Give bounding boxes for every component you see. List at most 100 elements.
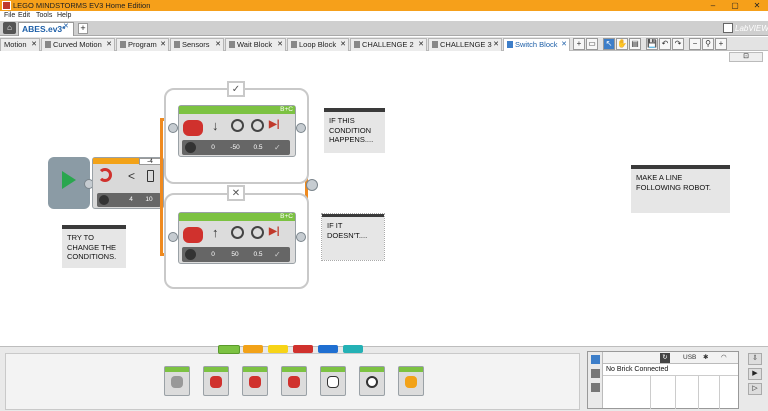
switch-wire-left	[160, 118, 163, 256]
palette-sound-block[interactable]	[359, 366, 385, 396]
save-icon[interactable]: 💾	[646, 38, 658, 50]
available-bricks-icon[interactable]	[591, 383, 600, 392]
motor-param-value[interactable]: -50	[226, 141, 244, 154]
close-tab-icon[interactable]: ✕	[340, 39, 346, 51]
motor-param-value[interactable]: 0.5	[249, 141, 267, 154]
tab-motion[interactable]: Motion ✕	[0, 38, 40, 51]
menu-file[interactable]: File	[4, 11, 15, 21]
comment-try-change[interactable]: TRY TO CHANGE THE CONDITIONS.	[62, 225, 126, 268]
labview-icon	[723, 23, 733, 33]
motor-param-value[interactable]: 0	[204, 248, 222, 261]
run-selected-icon[interactable]: ▷	[748, 383, 762, 395]
tab-label: Switch Block	[515, 40, 558, 49]
brake-icon: ▶|	[269, 226, 280, 237]
maximize-button[interactable]: ▢	[724, 0, 746, 11]
content-editor-icon[interactable]: ⊡	[729, 52, 763, 62]
close-tab-icon[interactable]: ✕	[160, 39, 166, 51]
tab-wait-block[interactable]: Wait Block ✕	[225, 38, 286, 51]
tab-label: CHALLENGE 3	[440, 40, 492, 49]
close-tab-icon[interactable]: ✕	[561, 39, 567, 51]
switch-param-value[interactable]: 10	[143, 194, 155, 206]
brake-check-icon[interactable]: ✓	[274, 248, 281, 261]
mode-selector-icon[interactable]	[185, 142, 196, 153]
tab-curved-motion[interactable]: Curved Motion ✕	[41, 38, 115, 51]
comment-make-line[interactable]: MAKE A LINE FOLLOWING ROBOT.	[631, 165, 730, 213]
home-icon[interactable]: ⌂	[3, 22, 16, 34]
add-program-button[interactable]: +	[573, 38, 585, 50]
palette-tab-data[interactable]	[293, 345, 313, 353]
zoom-in-icon[interactable]: +	[715, 38, 727, 50]
palette-move-tank-block[interactable]	[281, 366, 307, 396]
add-project-button[interactable]: +	[78, 23, 88, 34]
minimize-button[interactable]: –	[702, 0, 724, 11]
compare-value-input[interactable]: -4	[139, 158, 161, 165]
select-tool-icon[interactable]: ↖	[603, 38, 615, 50]
brick-info-icon[interactable]	[591, 355, 600, 364]
palette-medium-motor-block[interactable]	[164, 366, 190, 396]
palette-tab-myblocks[interactable]	[343, 345, 363, 353]
move-tank-block-false[interactable]: B+C ↑ ▶| 0 50 0.5 ✓	[178, 212, 296, 264]
close-tab-icon[interactable]: ✕	[493, 39, 499, 51]
palette-brick-light-block[interactable]	[398, 366, 424, 396]
redo-icon[interactable]: ↷	[672, 38, 684, 50]
true-case-icon[interactable]: ✓	[227, 81, 245, 97]
port-view-icon[interactable]	[591, 369, 600, 378]
pan-tool-icon[interactable]: ✋	[616, 38, 628, 50]
comment-condition-true[interactable]: IF THIS CONDITION HAPPENS....	[324, 108, 385, 153]
gyro-sensor-icon	[98, 168, 112, 182]
menu-edit[interactable]: Edit	[18, 11, 30, 21]
tab-challenge-2[interactable]: CHALLENGE 2 ✕	[350, 38, 427, 51]
compare-operator: <	[128, 169, 136, 183]
menu-help[interactable]: Help	[57, 11, 71, 21]
motor-param-value[interactable]: 0.5	[249, 248, 267, 261]
program-icon	[120, 41, 126, 48]
comment-condition-false[interactable]: IF IT DOESN'T....	[321, 213, 385, 261]
download-icon[interactable]: ⇩	[748, 353, 762, 365]
close-tab-icon[interactable]: ✕	[418, 39, 424, 51]
tab-challenge-3[interactable]: CHALLENGE 3 ✕	[428, 38, 502, 51]
hardware-page: ↻ USB ✱ ◠ No Brick Connected	[587, 351, 739, 409]
motor-param-value[interactable]: 50	[226, 248, 244, 261]
tab-switch-block[interactable]: Switch Block ✕	[503, 38, 570, 51]
refresh-icon[interactable]: ↻	[660, 353, 670, 363]
motor-ports[interactable]: B+C	[280, 213, 293, 221]
wifi-icon: ◠	[721, 354, 727, 361]
zoom-out-icon[interactable]: −	[689, 38, 701, 50]
palette-tab-advanced[interactable]	[318, 345, 338, 353]
motor-ports[interactable]: B+C	[280, 106, 293, 114]
palette-tab-action[interactable]	[218, 345, 240, 354]
block-bar	[282, 367, 306, 372]
menu-tools[interactable]: Tools	[36, 11, 52, 21]
large-motor-icon	[210, 376, 222, 388]
close-tab-icon[interactable]: ✕	[31, 39, 37, 51]
motor-param-value[interactable]: 0	[204, 141, 222, 154]
close-tab-icon[interactable]: ✕	[277, 39, 283, 51]
close-project-icon[interactable]: ✕	[63, 22, 69, 30]
move-tank-block-true[interactable]: B+C ↓ ▶| 0 -50 0.5 ✓	[178, 105, 296, 157]
zoom-fit-icon[interactable]: ⚲	[702, 38, 714, 50]
tab-program[interactable]: Program ✕	[116, 38, 169, 51]
false-case-icon[interactable]: ✕	[227, 185, 245, 201]
palette-tab-flow[interactable]	[243, 345, 263, 353]
sequence-connector	[296, 232, 306, 242]
mode-selector-icon[interactable]	[99, 195, 109, 205]
comment-tool-icon[interactable]: ▤	[629, 38, 641, 50]
brake-check-icon[interactable]: ✓	[274, 141, 281, 154]
undo-icon[interactable]: ↶	[659, 38, 671, 50]
close-tab-icon[interactable]: ✕	[106, 39, 112, 51]
download-run-icon[interactable]: ▶	[748, 368, 762, 380]
switch-param-value[interactable]: 4	[125, 194, 137, 206]
close-window-button[interactable]: ✕	[746, 0, 768, 11]
palette-tab-sensor[interactable]	[268, 345, 288, 353]
palette-display-block[interactable]	[320, 366, 346, 396]
palette-large-motor-block[interactable]	[203, 366, 229, 396]
hardware-connection-bar: ↻ USB ✱ ◠	[603, 352, 738, 364]
tab-sensors[interactable]: Sensors ✕	[170, 38, 224, 51]
project-properties-icon[interactable]: ▭	[586, 38, 598, 50]
mode-selector-icon[interactable]	[185, 249, 196, 260]
program-icon	[432, 41, 438, 48]
palette-move-steering-block[interactable]	[242, 366, 268, 396]
switch-block-header[interactable]: -4 < 4 10	[92, 157, 164, 209]
close-tab-icon[interactable]: ✕	[215, 39, 221, 51]
tab-loop-block[interactable]: Loop Block ✕	[287, 38, 349, 51]
